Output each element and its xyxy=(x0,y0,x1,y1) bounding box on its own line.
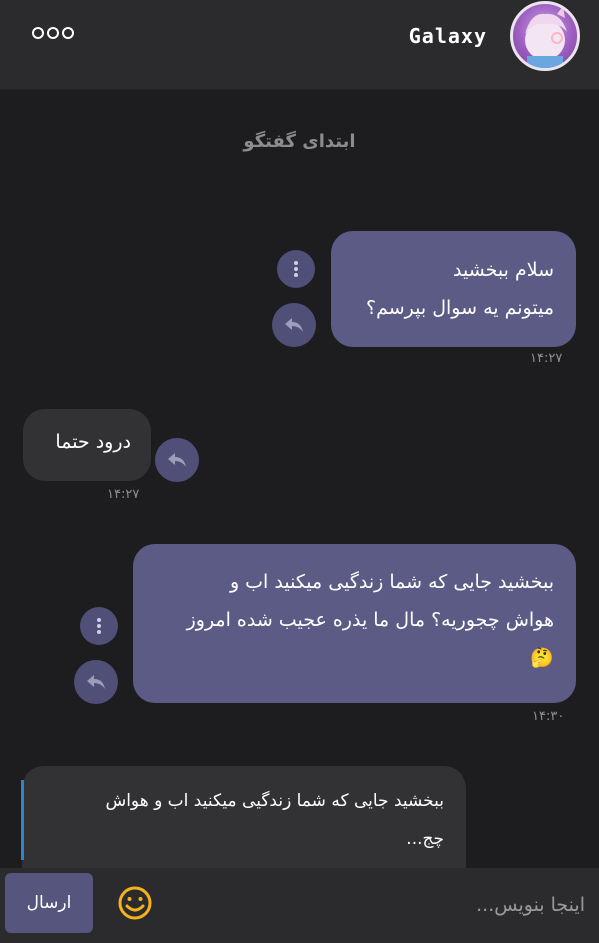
message-options-button[interactable] xyxy=(277,250,315,288)
reply-icon xyxy=(87,675,105,689)
message-composer: ارسال اینجا بنویس... xyxy=(0,868,599,943)
message-text: درود حتما xyxy=(55,431,131,453)
reply-button[interactable] xyxy=(74,660,118,704)
more-dots-icon xyxy=(62,27,74,39)
conversation-start-label: ابتدای گفتگو xyxy=(243,131,356,152)
avatar[interactable] xyxy=(510,1,580,71)
message-time: ۱۴:۳۰ xyxy=(532,709,565,724)
message-text: میتونم یه سوال بپرسم؟ xyxy=(366,297,554,319)
avatar-image xyxy=(525,6,567,68)
reply-preview-text: چج... xyxy=(406,829,444,849)
more-dots-icon xyxy=(32,27,44,39)
reply-icon xyxy=(285,318,303,332)
reply-preview-text: ببخشید جایی که شما زندگیی میکنید اب و هو… xyxy=(105,791,444,811)
kebab-icon xyxy=(97,618,101,634)
message-bubble-outgoing[interactable]: ببخشید جایی که شما زندگیی میکنید اب و هو… xyxy=(133,544,576,703)
emoji-icon[interactable] xyxy=(117,885,153,921)
more-options-button[interactable] xyxy=(32,27,74,41)
message-text: ببخشید جایی که شما زندگیی میکنید اب و xyxy=(229,571,554,593)
message-options-button[interactable] xyxy=(80,607,118,645)
kebab-icon xyxy=(294,261,298,277)
message-bubble-incoming[interactable]: درود حتما xyxy=(23,409,151,481)
message-bubble-outgoing[interactable]: سلام ببخشید میتونم یه سوال بپرسم؟ xyxy=(331,231,576,347)
send-button[interactable]: ارسال xyxy=(5,873,93,933)
chat-header: Galaxy xyxy=(0,0,599,90)
reply-preview-accent xyxy=(21,780,24,860)
reply-icon xyxy=(168,453,186,467)
thinking-emoji: 🤔 xyxy=(530,647,554,669)
message-input[interactable]: اینجا بنویس... xyxy=(170,868,585,943)
message-text: هواش چجوریه؟ مال ما یذره عجیب شده امروز xyxy=(186,609,554,631)
message-text: سلام ببخشید xyxy=(452,259,554,281)
chat-title[interactable]: Galaxy xyxy=(409,24,487,48)
reply-button[interactable] xyxy=(272,303,316,347)
message-time: ۱۴:۲۷ xyxy=(530,351,563,366)
reply-preview[interactable]: ببخشید جایی که شما زندگیی میکنید اب و هو… xyxy=(22,766,466,868)
more-dots-icon xyxy=(47,27,59,39)
reply-button[interactable] xyxy=(155,438,199,482)
message-time: ۱۴:۲۷ xyxy=(107,487,140,502)
